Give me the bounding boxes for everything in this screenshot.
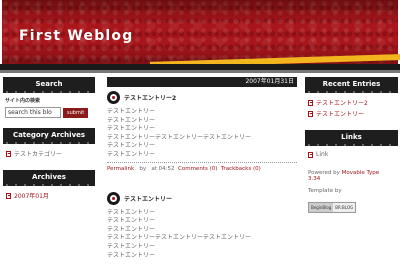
recent-entry-item[interactable]: テストエントリー xyxy=(308,109,398,118)
date-header: 2007年01月31日 xyxy=(107,77,297,87)
links-heading: Links xyxy=(305,130,398,146)
recent-entries-heading: Recent Entries xyxy=(305,77,398,93)
entry-line: テストエントリー xyxy=(107,217,156,225)
header-grey-stripe xyxy=(0,70,400,73)
document-icon xyxy=(6,150,11,157)
entry-title-row: テストエントリー2 xyxy=(107,91,297,104)
entry-line: テストエントリー xyxy=(107,108,156,115)
search-input[interactable] xyxy=(5,107,61,118)
entry-line: テストエントリー xyxy=(107,142,156,150)
entry-title-row: テストエントリー xyxy=(107,191,297,205)
target-icon xyxy=(107,91,120,104)
category-archives-heading: Category Archives xyxy=(3,128,95,144)
entry-line: テストエントリー xyxy=(107,242,156,250)
document-icon xyxy=(308,110,313,117)
meta-by: by xyxy=(139,165,147,172)
template-by-label: Template by xyxy=(308,188,342,194)
blog-title[interactable]: First Weblog xyxy=(19,28,133,44)
category-item-label[interactable]: テストカテゴリー xyxy=(14,149,62,158)
category-item[interactable]: テストカテゴリー xyxy=(6,149,95,158)
document-icon xyxy=(6,192,11,199)
entry-line: テストエントリー xyxy=(107,116,156,124)
entry-line: テストエントリーテストエントリーテストエントリー xyxy=(107,133,252,141)
header-banner: First Weblog xyxy=(2,0,398,64)
comments-link[interactable]: Comments (0) xyxy=(178,166,217,172)
entry-line: テストエントリー xyxy=(107,125,156,133)
badge-left: BeginBlog xyxy=(309,203,334,212)
entry: テストエントリー2 テストエントリー テストエントリー テストエントリー テスト… xyxy=(107,91,297,172)
blog-page: First Weblog Search サイト内の検索 submit Categ… xyxy=(0,0,400,270)
badge-right: BR:BLOG xyxy=(335,205,354,210)
main-content: 2007年01月31日 テストエントリー2 テストエントリー テストエントリー … xyxy=(107,77,297,260)
permalink-link[interactable]: Permalink xyxy=(107,166,134,172)
link-item-label[interactable]: Link xyxy=(316,151,328,158)
search-heading: Search xyxy=(3,77,95,93)
entry-title[interactable]: テストエントリー2 xyxy=(124,93,176,102)
entry-line: テストエントリー xyxy=(107,150,156,158)
recent-entry-item[interactable]: テストエントリー2 xyxy=(308,98,398,107)
search-label: サイト内の検索 xyxy=(5,98,41,104)
document-icon xyxy=(308,99,313,106)
document-icon xyxy=(308,151,313,158)
recent-entry-label[interactable]: テストエントリー xyxy=(316,109,364,118)
trackbacks-link[interactable]: Trackbacks (0) xyxy=(221,166,261,172)
archive-item-label[interactable]: 2007年01月 xyxy=(14,191,49,200)
archives-heading: Archives xyxy=(3,170,95,186)
left-sidebar: Search サイト内の検索 submit Category Archives … xyxy=(3,77,95,200)
link-item[interactable]: Link xyxy=(308,151,398,158)
entry-line: テストエントリー xyxy=(107,225,156,233)
archive-item[interactable]: 2007年01月 xyxy=(6,191,95,200)
entry-line: テストエントリー xyxy=(107,208,156,216)
template-badge[interactable]: BeginBlog BR:BLOG xyxy=(308,202,357,213)
entry-divider xyxy=(107,161,297,163)
target-icon xyxy=(107,191,120,205)
recent-entry-label[interactable]: テストエントリー2 xyxy=(316,98,368,107)
entry-line: テストエントリー xyxy=(107,251,156,259)
movable-type-link[interactable]: Movable Type xyxy=(342,170,380,176)
search-submit-button[interactable]: submit xyxy=(63,107,89,118)
meta-time: at 04:52 xyxy=(151,165,175,172)
right-sidebar: Recent Entries テストエントリー2 テストエントリー Links … xyxy=(305,77,398,213)
powered-by: Powered by Movable Type 3.34 xyxy=(308,170,398,182)
entry: テストエントリー テストエントリー テストエントリー テストエントリー テストエ… xyxy=(107,191,297,261)
search-form: submit xyxy=(5,107,95,118)
version-link[interactable]: 3.34 xyxy=(308,176,320,182)
entry-line: テストエントリーテストエントリーテストエントリー xyxy=(107,234,252,242)
entry-title[interactable]: テストエントリー xyxy=(124,194,172,203)
